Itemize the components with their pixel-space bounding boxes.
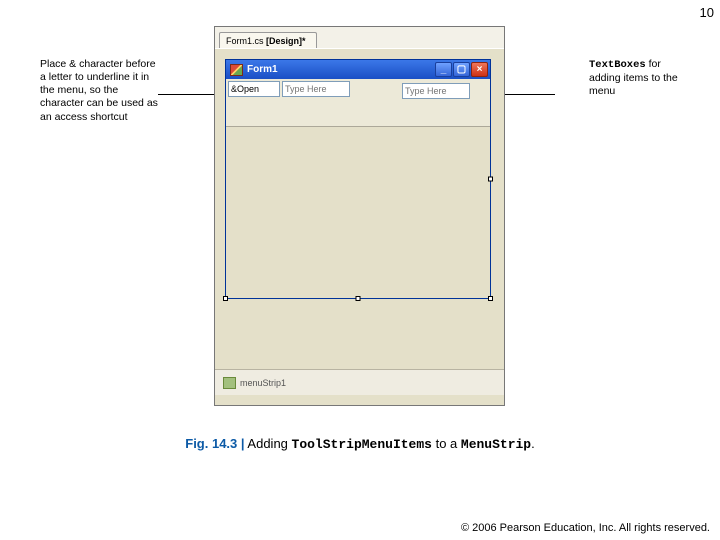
menustrip-icon bbox=[223, 377, 236, 389]
designer-canvas: Form1 _ ▢ × bbox=[215, 49, 504, 369]
copyright-notice: © 2006 Pearson Education, Inc. All right… bbox=[461, 522, 710, 534]
caption-before: Adding bbox=[245, 436, 292, 451]
resize-handle-bottom[interactable] bbox=[356, 296, 361, 301]
figure-number: Fig. 14.3 | bbox=[185, 436, 244, 451]
menu-item-input-placeholder-below[interactable] bbox=[402, 83, 470, 99]
annotation-right: TextBoxes for adding items to the menu bbox=[589, 58, 694, 98]
menu-strip[interactable] bbox=[226, 79, 490, 127]
resize-handle-right[interactable] bbox=[488, 177, 493, 182]
annotation-right-bold: TextBoxes bbox=[589, 59, 646, 71]
menu-item-input-placeholder-right[interactable] bbox=[282, 81, 350, 97]
caption-middle: to a bbox=[432, 436, 461, 451]
menu-item-input-active[interactable] bbox=[228, 81, 280, 97]
caption-after: . bbox=[531, 436, 535, 451]
window-buttons: _ ▢ × bbox=[435, 62, 488, 77]
component-name[interactable]: menuStrip1 bbox=[240, 378, 286, 388]
resize-handle-bottom-left[interactable] bbox=[223, 296, 228, 301]
close-icon: × bbox=[477, 65, 483, 75]
caption-code-1: ToolStripMenuItems bbox=[292, 437, 432, 452]
maximize-button[interactable]: ▢ bbox=[453, 62, 470, 77]
titlebar-left: Form1 bbox=[230, 64, 278, 76]
form-client-area bbox=[226, 127, 490, 298]
maximize-icon: ▢ bbox=[457, 65, 466, 75]
form-preview: Form1 _ ▢ × bbox=[225, 59, 491, 299]
resize-handle-bottom-right[interactable] bbox=[488, 296, 493, 301]
prev-slide-button[interactable] bbox=[654, 498, 669, 514]
component-tray: menuStrip1 bbox=[215, 369, 504, 395]
tab-label-prefix: Form1.cs bbox=[226, 36, 266, 46]
slide-page: 10 Place & character before a letter to … bbox=[0, 0, 720, 540]
triangle-left-icon bbox=[654, 498, 667, 514]
minimize-icon: _ bbox=[441, 65, 447, 75]
next-slide-button[interactable] bbox=[675, 498, 690, 514]
minimize-button[interactable]: _ bbox=[435, 62, 452, 77]
tab-label-suffix: [Design]* bbox=[266, 36, 306, 46]
form-titlebar: Form1 _ ▢ × bbox=[226, 60, 490, 79]
close-button[interactable]: × bbox=[471, 62, 488, 77]
caption-code-2: MenuStrip bbox=[461, 437, 531, 452]
slide-nav bbox=[654, 498, 690, 514]
page-number: 10 bbox=[700, 5, 714, 20]
figure-caption: Fig. 14.3 | Adding ToolStripMenuItems to… bbox=[0, 436, 720, 452]
form-icon bbox=[230, 64, 243, 76]
ide-designer-panel: Form1.cs [Design]* Form1 _ ▢ × bbox=[214, 26, 505, 406]
form-title: Form1 bbox=[247, 64, 278, 75]
annotation-left: Place & character before a letter to und… bbox=[40, 58, 160, 124]
document-tab-strip: Form1.cs [Design]* bbox=[215, 27, 504, 49]
document-tab[interactable]: Form1.cs [Design]* bbox=[219, 32, 317, 48]
triangle-right-icon bbox=[675, 498, 688, 514]
